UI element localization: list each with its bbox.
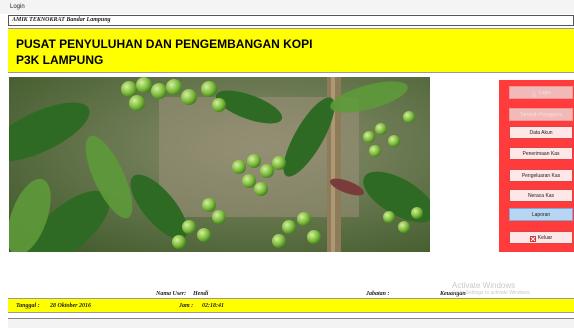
laporan-button[interactable]: Laporan: [509, 208, 573, 221]
keluar-label: Keluar: [537, 235, 553, 241]
window-titlebar: Login: [0, 0, 574, 14]
jabatan-label: Jabatan :: [366, 291, 390, 297]
app-subtitle: AMIK TEKNOKRAT Bandar Lampung: [12, 17, 111, 23]
banner-subtitle: P3K LAMPUNG: [16, 53, 104, 67]
tambah-pengguna-button[interactable]: Tambah Pengguna: [509, 108, 573, 121]
coffee-photo-illustration: [9, 77, 430, 252]
tanggal-value: 28 Oktober 2016: [50, 303, 91, 309]
status-bar: Tanggal : 28 Oktober 2016 Jam : 02:18:41: [8, 298, 574, 313]
user-icon: [531, 90, 537, 97]
penerimaan-kas-label: Penerimaan Kas: [522, 151, 560, 157]
activate-windows-subtitle: Go to Settings to activate Windows.: [452, 290, 531, 296]
jam-value: 02:18:41: [202, 303, 224, 309]
tanggal-label: Tanggal :: [16, 303, 40, 309]
close-icon: [529, 235, 536, 242]
window-title: Login: [10, 4, 25, 10]
banner-title: PUSAT PENYULUHAN DAN PENGEMBANGAN KOPI: [16, 37, 313, 51]
login-button[interactable]: Login: [509, 86, 573, 99]
pengeluaran-kas-label: Pengeluaran Kas: [521, 173, 561, 179]
main-menu-panel: Login Tambah Pengguna Data Akun Penerima…: [499, 80, 574, 252]
neraca-kas-button[interactable]: Neraca Kas: [509, 189, 573, 202]
pengeluaran-kas-button[interactable]: Pengeluaran Kas: [509, 169, 573, 182]
jam-label: Jam :: [179, 303, 194, 309]
keluar-button[interactable]: Keluar: [509, 231, 573, 244]
penerimaan-kas-button[interactable]: Penerimaan Kas: [509, 147, 573, 160]
user-name-label: Nama User:: [156, 291, 187, 297]
user-name-value: Hendi: [193, 291, 209, 297]
data-akun-label: Data Akun: [529, 130, 553, 136]
coffee-plant-photo: [9, 77, 430, 252]
activate-windows-title: Activate Windows: [452, 281, 516, 290]
data-akun-button[interactable]: Data Akun: [509, 126, 573, 139]
neraca-kas-label: Neraca Kas: [527, 193, 555, 199]
app-subtitle-bar: AMIK TEKNOKRAT Bandar Lampung: [8, 15, 574, 26]
login-button-label: Login: [538, 90, 552, 96]
header-banner: PUSAT PENYULUHAN DAN PENGEMBANGAN KOPI P…: [8, 28, 574, 73]
tambah-pengguna-label: Tambah Pengguna: [520, 112, 562, 118]
laporan-label: Laporan: [531, 212, 551, 218]
